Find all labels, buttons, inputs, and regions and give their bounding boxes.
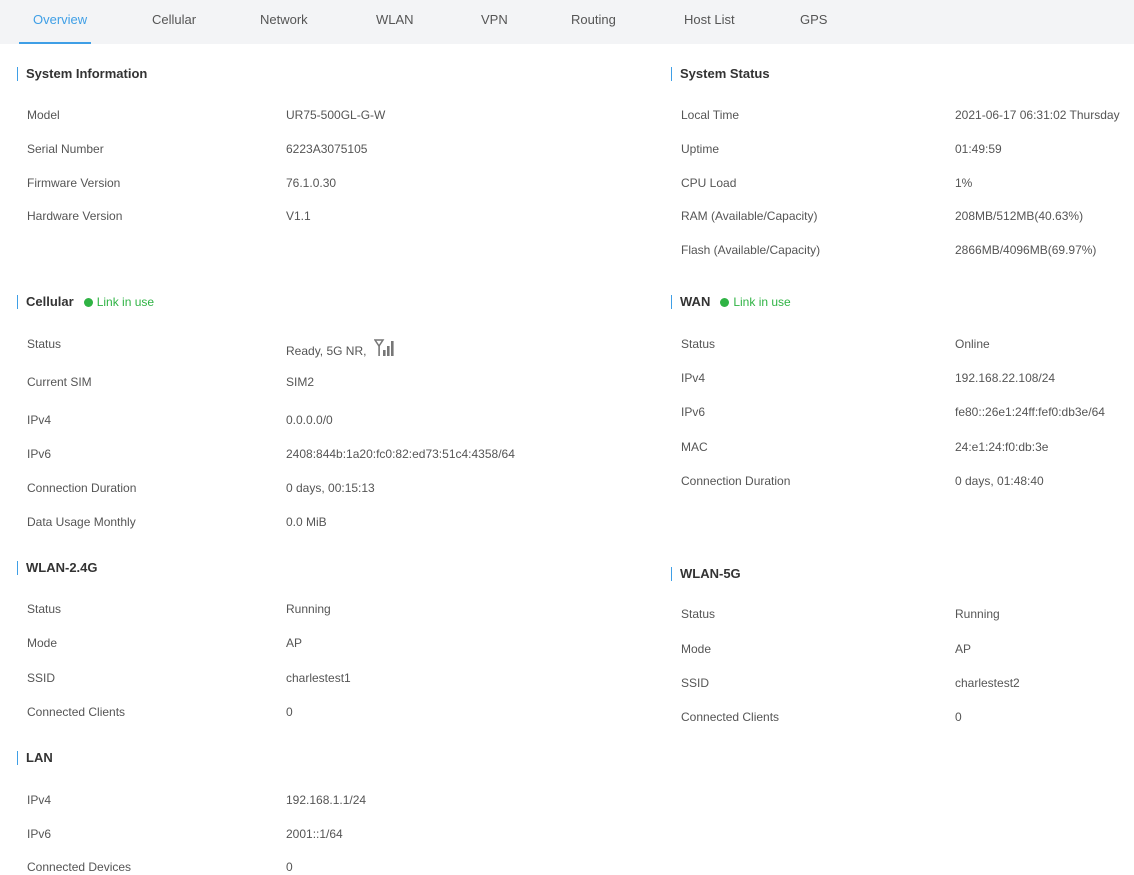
cpu-load-label: CPU Load bbox=[681, 176, 737, 190]
lan-title: LAN bbox=[17, 751, 53, 765]
ram-label: RAM (Available/Capacity) bbox=[681, 209, 818, 223]
serial-number-value: 6223A3075105 bbox=[286, 142, 368, 156]
system-status-title: System Status bbox=[671, 67, 770, 81]
wan-title-text: WAN bbox=[680, 294, 711, 309]
uptime-value: 01:49:59 bbox=[955, 142, 1002, 156]
cellular-link-status: Link in use bbox=[96, 295, 155, 309]
wlan-5g-ssid-label: SSID bbox=[681, 676, 710, 690]
ram-value: 208MB/512MB(40.63%) bbox=[955, 209, 1084, 223]
wlan-24g-mode-value: AP bbox=[286, 636, 303, 650]
data-usage-monthly-label: Data Usage Monthly bbox=[27, 515, 136, 529]
connected-devices-value: 0 bbox=[286, 860, 293, 874]
tab-network[interactable]: Network bbox=[260, 12, 308, 27]
hardware-version-value: V1.1 bbox=[286, 209, 311, 223]
cellular-ipv6-value: 2408:844b:1a20:fc0:82:ed73:51c4:4358/64 bbox=[286, 447, 515, 461]
wlan-5g-status-value: Running bbox=[955, 607, 1000, 621]
wan-title: WAN Link in use bbox=[671, 295, 791, 309]
cellular-ipv4-value: 0.0.0.0/0 bbox=[286, 413, 333, 427]
tab-routing[interactable]: Routing bbox=[571, 12, 616, 27]
wlan-24g-title: WLAN-2.4G bbox=[17, 561, 98, 575]
system-information-title: System Information bbox=[17, 67, 147, 81]
lan-ipv6-label: IPv6 bbox=[27, 827, 52, 841]
lan-ipv6-value: 2001::1/64 bbox=[286, 827, 343, 841]
signal-strength-icon bbox=[373, 339, 394, 356]
wlan-24g-status-label: Status bbox=[27, 602, 62, 616]
cellular-status-label: Status bbox=[27, 337, 62, 351]
active-tab-indicator bbox=[19, 42, 91, 44]
wan-connection-duration-value: 0 days, 01:48:40 bbox=[955, 474, 1044, 488]
wan-ipv6-value: fe80::26e1:24ff:fef0:db3e/64 bbox=[955, 405, 1105, 419]
tab-vpn[interactable]: VPN bbox=[481, 12, 508, 27]
wan-status-label: Status bbox=[681, 337, 716, 351]
firmware-version-label: Firmware Version bbox=[27, 176, 121, 190]
tab-wlan[interactable]: WLAN bbox=[376, 12, 414, 27]
wlan-24g-status-value: Running bbox=[286, 602, 331, 616]
tab-cellular[interactable]: Cellular bbox=[152, 12, 196, 27]
cellular-connection-duration-label: Connection Duration bbox=[27, 481, 137, 495]
wan-status-value: Online bbox=[955, 337, 990, 351]
local-time-value: 2021-06-17 06:31:02 Thursday bbox=[955, 108, 1120, 122]
tab-bar: Overview Cellular Network WLAN VPN Routi… bbox=[0, 0, 1134, 44]
wlan-5g-title: WLAN-5G bbox=[671, 567, 741, 581]
local-time-label: Local Time bbox=[681, 108, 740, 122]
link-status-dot-icon bbox=[83, 298, 93, 307]
tab-gps[interactable]: GPS bbox=[800, 12, 827, 27]
current-sim-label: Current SIM bbox=[27, 375, 92, 389]
uptime-label: Uptime bbox=[681, 142, 720, 156]
wan-ipv6-label: IPv6 bbox=[681, 405, 706, 419]
wlan-5g-clients-label: Connected Clients bbox=[681, 710, 780, 724]
wlan-5g-status-label: Status bbox=[681, 607, 716, 621]
wlan-5g-mode-label: Mode bbox=[681, 642, 712, 656]
model-value: UR75-500GL-G-W bbox=[286, 108, 386, 122]
cellular-ipv6-label: IPv6 bbox=[27, 447, 52, 461]
cellular-status-value-wrap: Ready, 5G NR, bbox=[286, 339, 396, 358]
flash-label: Flash (Available/Capacity) bbox=[681, 243, 821, 257]
lan-ipv4-label: IPv4 bbox=[27, 793, 52, 807]
current-sim-value: SIM2 bbox=[286, 375, 315, 389]
tab-overview[interactable]: Overview bbox=[33, 12, 87, 27]
cellular-connection-duration-value: 0 days, 00:15:13 bbox=[286, 481, 375, 495]
firmware-version-value: 76.1.0.30 bbox=[286, 176, 337, 190]
cellular-title-text: Cellular bbox=[26, 294, 74, 309]
wlan-5g-mode-value: AP bbox=[955, 642, 972, 656]
wlan-24g-ssid-value: charlestest1 bbox=[286, 671, 351, 685]
link-status-dot-icon bbox=[720, 298, 730, 307]
wlan-24g-mode-label: Mode bbox=[27, 636, 58, 650]
serial-number-label: Serial Number bbox=[27, 142, 104, 156]
cellular-status-value: Ready, 5G NR, bbox=[286, 344, 367, 358]
wlan-24g-clients-value: 0 bbox=[286, 705, 293, 719]
flash-value: 2866MB/4096MB(69.97%) bbox=[955, 243, 1097, 257]
cellular-title: Cellular Link in use bbox=[17, 295, 154, 309]
wan-link-status: Link in use bbox=[733, 295, 791, 309]
cpu-load-value: 1% bbox=[955, 176, 973, 190]
cellular-ipv4-label: IPv4 bbox=[27, 413, 52, 427]
wan-ipv4-value: 192.168.22.108/24 bbox=[955, 371, 1056, 385]
data-usage-monthly-value: 0.0 MiB bbox=[286, 515, 327, 529]
hardware-version-label: Hardware Version bbox=[27, 209, 123, 223]
wan-connection-duration-label: Connection Duration bbox=[681, 474, 791, 488]
wlan-24g-ssid-label: SSID bbox=[27, 671, 56, 685]
connected-devices-label: Connected Devices bbox=[27, 860, 132, 874]
tab-host-list[interactable]: Host List bbox=[684, 12, 735, 27]
wan-ipv4-label: IPv4 bbox=[681, 371, 706, 385]
wan-mac-value: 24:e1:24:f0:db:3e bbox=[955, 440, 1049, 454]
model-label: Model bbox=[27, 108, 60, 122]
wan-mac-label: MAC bbox=[681, 440, 708, 454]
wlan-24g-clients-label: Connected Clients bbox=[27, 705, 126, 719]
lan-ipv4-value: 192.168.1.1/24 bbox=[286, 793, 367, 807]
wlan-5g-clients-value: 0 bbox=[955, 710, 962, 724]
wlan-5g-ssid-value: charlestest2 bbox=[955, 676, 1020, 690]
